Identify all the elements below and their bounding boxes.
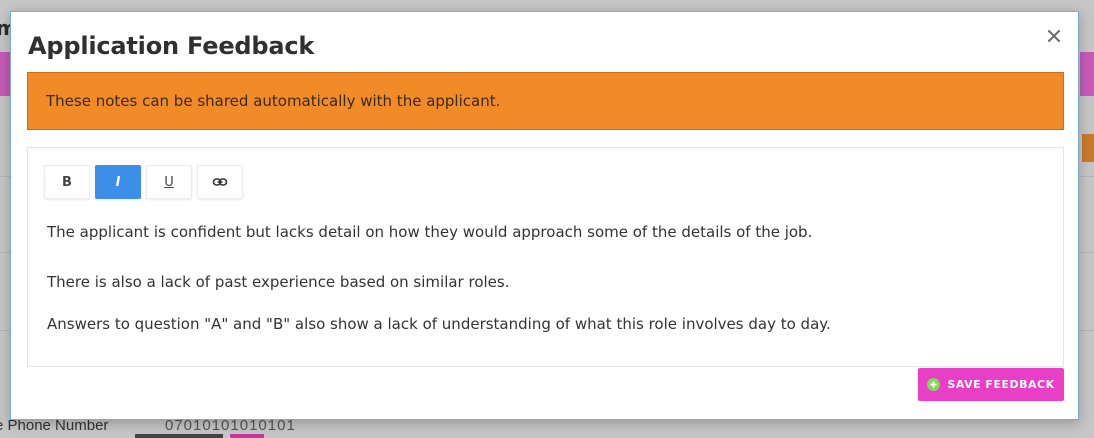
underline-button[interactable]: U bbox=[146, 165, 192, 199]
editor-toolbar: B I U bbox=[44, 165, 243, 199]
italic-button[interactable]: I bbox=[95, 165, 141, 199]
alert-text: These notes can be shared automatically … bbox=[46, 92, 501, 110]
plus-circle-icon bbox=[927, 378, 941, 391]
link-button[interactable] bbox=[197, 165, 243, 199]
background-tab-right bbox=[1080, 52, 1094, 96]
background-tab-left bbox=[0, 52, 10, 96]
save-feedback-label: SAVE FEEDBACK bbox=[947, 378, 1055, 391]
feedback-editor[interactable]: B I U The applicant is confident but lac… bbox=[27, 147, 1064, 367]
background-bar bbox=[135, 434, 223, 438]
background-bar bbox=[230, 434, 264, 438]
save-feedback-button[interactable]: SAVE FEEDBACK bbox=[918, 368, 1064, 401]
feedback-paragraph: The applicant is confident but lacks det… bbox=[47, 223, 813, 241]
feedback-paragraph: There is also a lack of past experience … bbox=[47, 273, 510, 291]
background-orange-button bbox=[1082, 134, 1094, 162]
close-icon bbox=[1048, 30, 1060, 42]
link-icon bbox=[212, 178, 228, 186]
editor-content[interactable]: The applicant is confident but lacks det… bbox=[47, 222, 1043, 334]
modal-title: Application Feedback bbox=[28, 32, 315, 60]
feedback-paragraph: Answers to question "A" and "B" also sho… bbox=[47, 315, 831, 333]
close-button[interactable] bbox=[1044, 26, 1064, 46]
application-feedback-modal: Application Feedback These notes can be … bbox=[10, 11, 1079, 420]
bold-button[interactable]: B bbox=[44, 165, 90, 199]
share-notice-alert: These notes can be shared automatically … bbox=[27, 72, 1064, 130]
